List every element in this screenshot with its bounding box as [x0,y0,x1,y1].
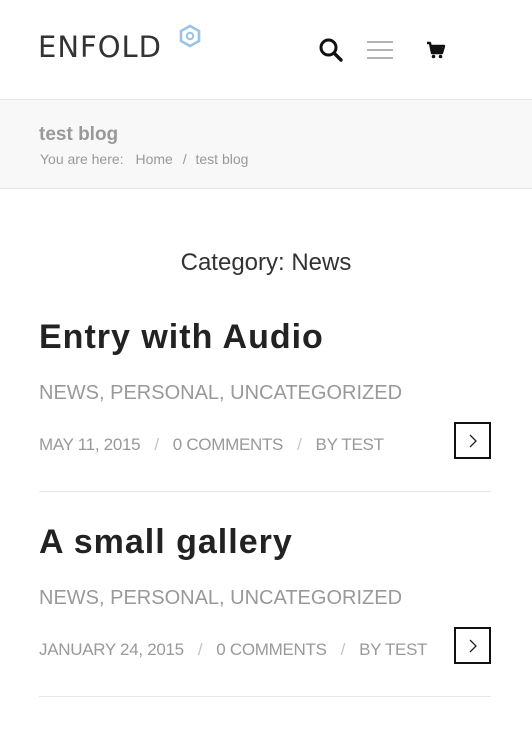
breadcrumb-prefix: You are here: [40,151,124,167]
breadcrumb-home-link[interactable]: Home [135,151,172,167]
entry-date: MAY 11, 2015 [39,435,141,454]
breadcrumb-separator: / [182,151,187,167]
entry-author[interactable]: BY TEST [316,435,384,454]
meta-separator: / [340,640,346,659]
chevron-right-icon [469,434,477,447]
entry-meta: MAY 11, 2015 / 0 COMMENTS / BY TEST [39,435,384,455]
entry-comments-link[interactable]: 0 COMMENTS [173,435,284,454]
site-header: ENFOLD [0,0,532,100]
shopping-cart-icon[interactable] [424,38,448,62]
category-heading: Category: News [180,249,352,276]
entry-divider [39,491,491,492]
entry-title[interactable]: A small gallery [39,522,293,563]
entry-categories[interactable]: NEWS, PERSONAL, UNCATEGORIZED [39,381,402,405]
read-more-button[interactable] [454,422,491,459]
entry-meta: JANUARY 24, 2015 / 0 COMMENTS / BY TEST [39,640,428,660]
breadcrumb: You are here: Home / test blog [40,151,248,168]
entry-date: JANUARY 24, 2015 [39,640,184,659]
logo-text: ENFOLD [38,30,163,64]
entry-title[interactable]: Entry with Audio [39,317,324,358]
hexagon-logo-icon [179,24,201,48]
chevron-right-icon [469,639,477,652]
breadcrumb-current-link[interactable]: test blog [195,151,248,167]
page-title[interactable]: test blog [39,124,118,147]
hamburger-menu-icon[interactable] [366,38,394,62]
meta-separator: / [297,435,302,454]
meta-separator: / [154,435,159,454]
meta-separator: / [197,640,203,659]
entry-divider [39,696,491,697]
entry-comments-link[interactable]: 0 COMMENTS [216,640,327,659]
search-icon[interactable] [316,35,346,65]
entry-author[interactable]: BY TEST [359,640,427,659]
entry-categories[interactable]: NEWS, PERSONAL, UNCATEGORIZED [39,586,402,610]
read-more-button[interactable] [454,627,491,664]
